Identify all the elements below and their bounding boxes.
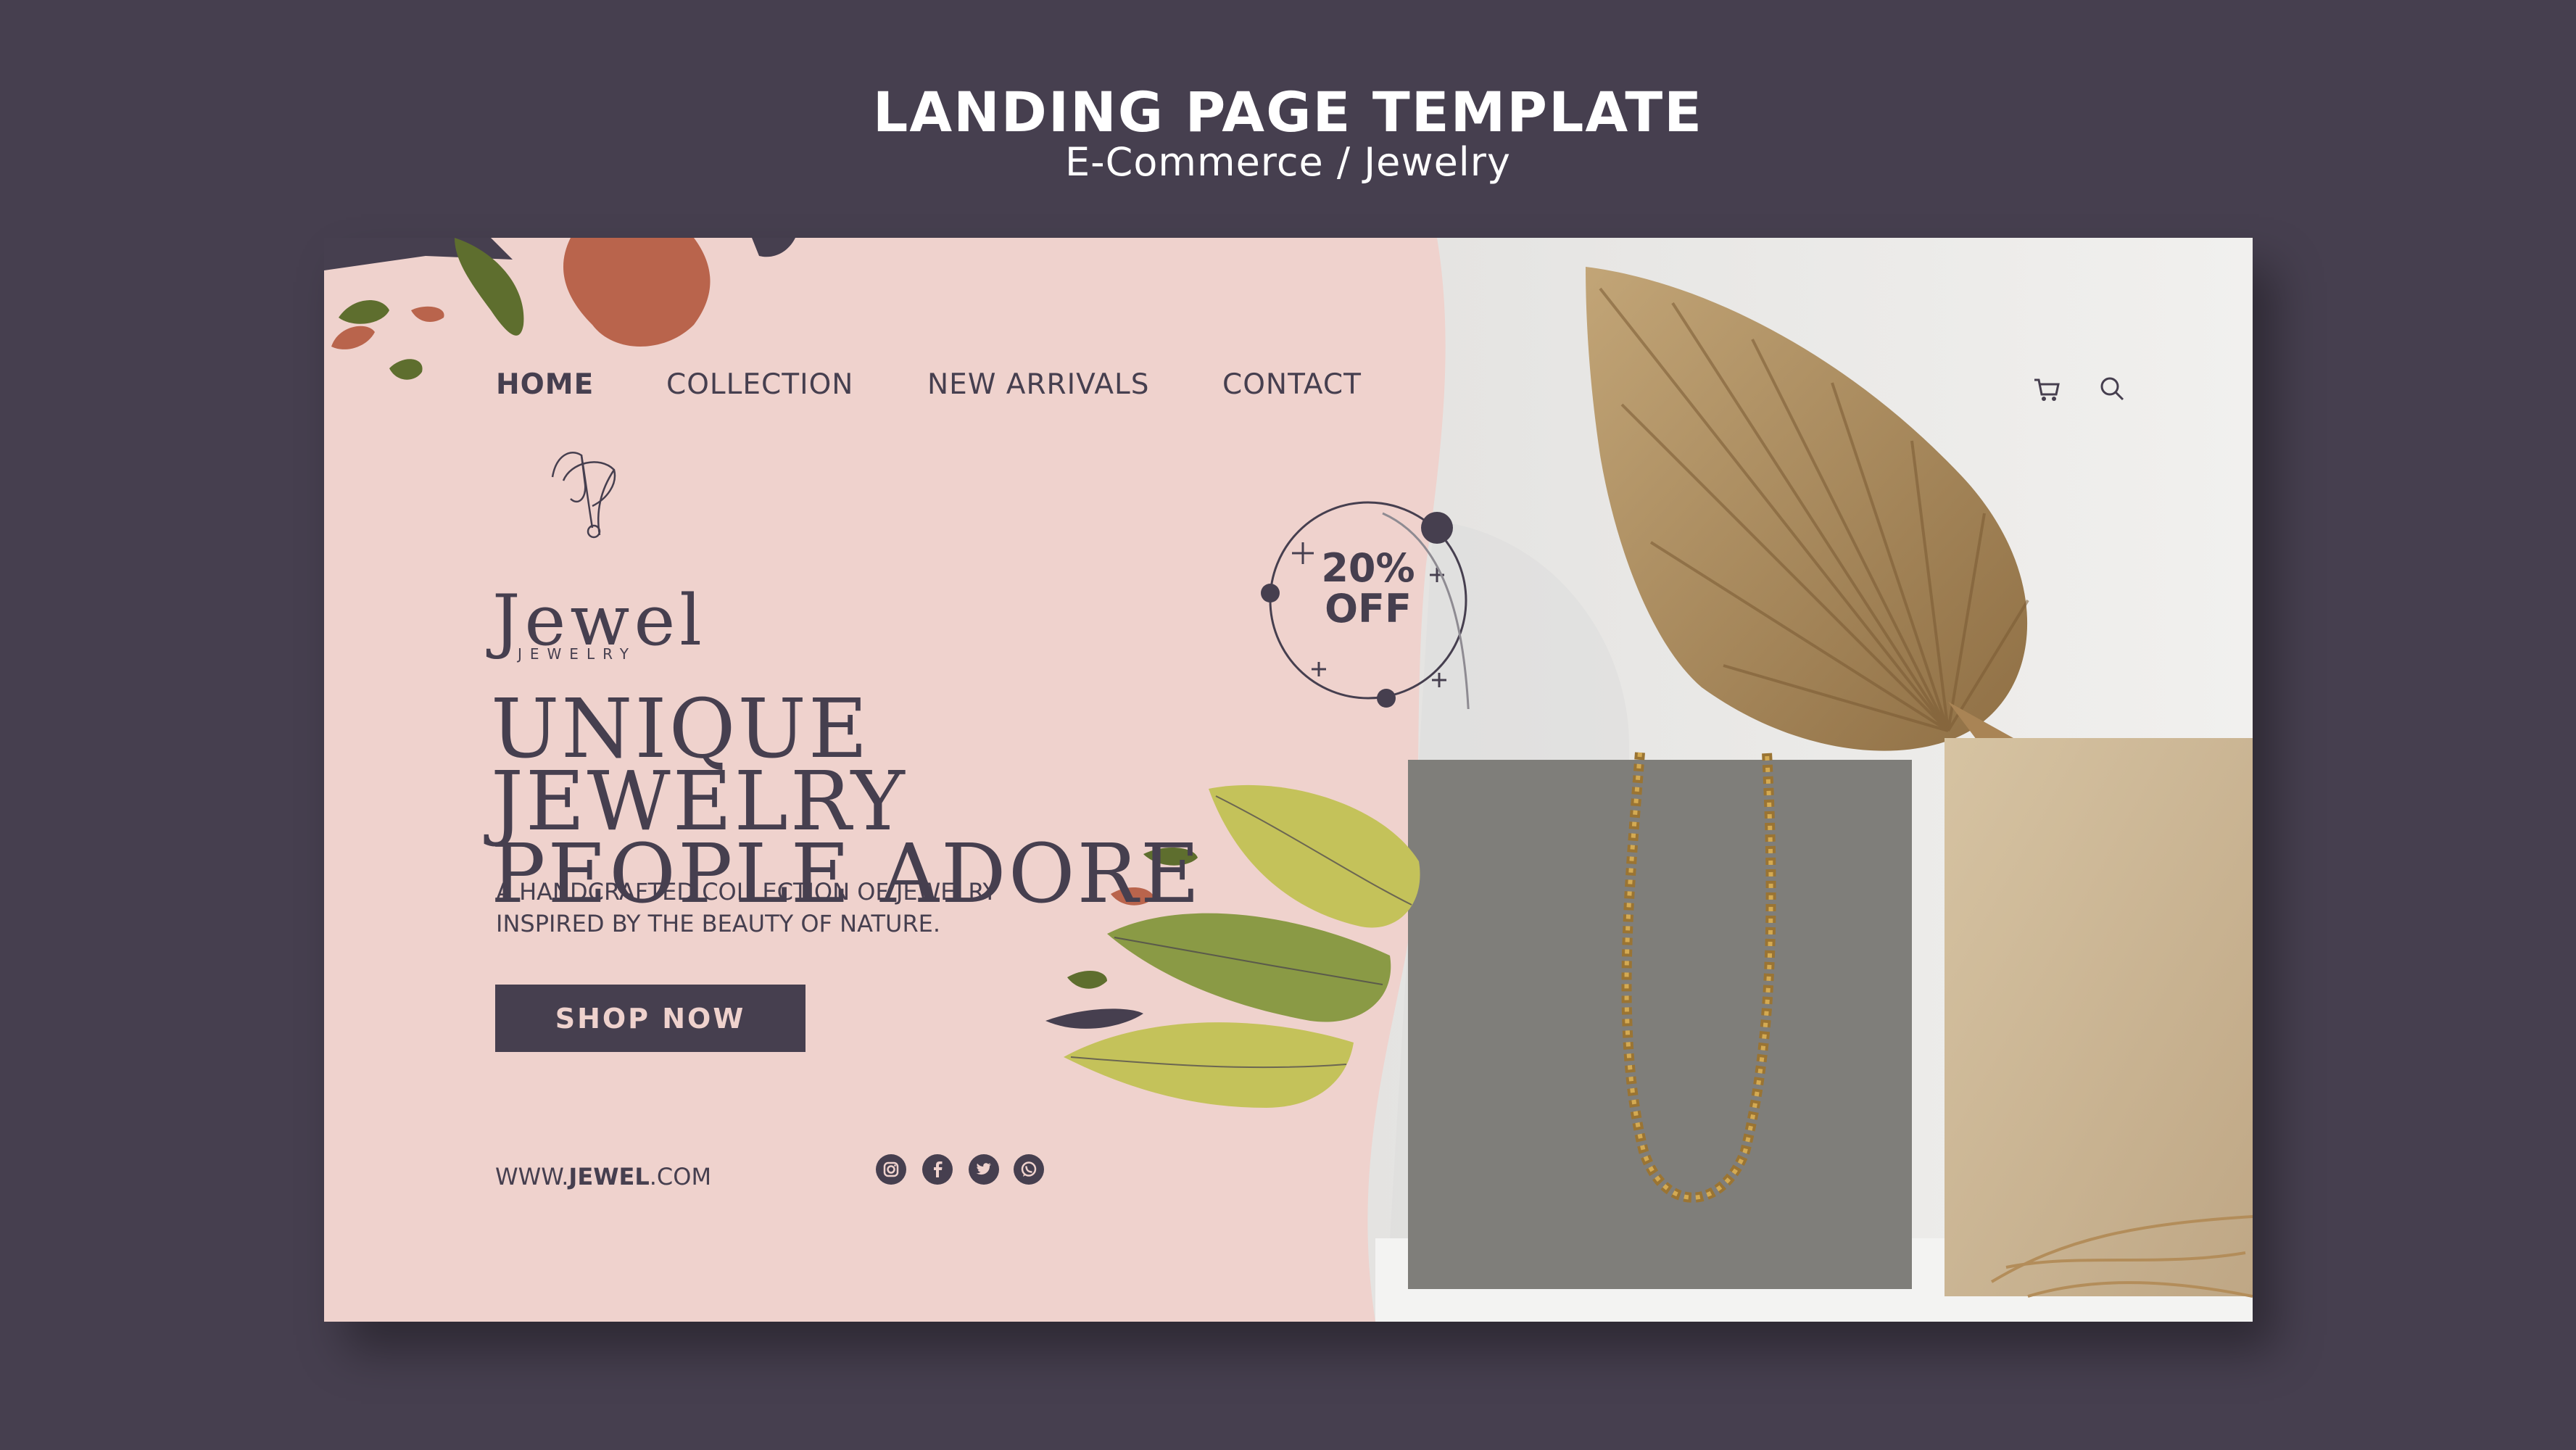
facebook-icon[interactable] xyxy=(922,1154,953,1185)
discount-label: 20% OFF xyxy=(1321,545,1415,631)
twitter-icon[interactable] xyxy=(969,1154,999,1185)
hero-tagline: A HANDCRAFTED COLLECTION OF JEWELRY INSP… xyxy=(496,878,998,937)
website-suffix: .COM xyxy=(649,1163,712,1190)
website-domain: JEWEL xyxy=(568,1163,650,1190)
cart-icon[interactable] xyxy=(2024,367,2068,410)
website-prefix: WWW. xyxy=(495,1163,569,1190)
website-link[interactable]: WWW.JEWEL.COM xyxy=(495,1163,711,1190)
logo-hand-illustration xyxy=(551,452,616,539)
nav-collection[interactable]: COLLECTION xyxy=(666,368,853,401)
header-subtitle: E-Commerce / Jewelry xyxy=(1065,139,1511,185)
shop-now-button[interactable]: SHOP NOW xyxy=(495,985,805,1052)
nav-contact[interactable]: CONTACT xyxy=(1222,368,1362,401)
nav-new-arrivals[interactable]: NEW ARRIVALS xyxy=(927,368,1150,401)
instagram-icon[interactable] xyxy=(876,1154,906,1185)
brand-logo-sub: JEWELRY xyxy=(518,645,637,663)
landing-page-card: HOME COLLECTION NEW ARRIVALS CONTACT Jew… xyxy=(324,238,2253,1322)
nav-home[interactable]: HOME xyxy=(496,368,594,401)
search-icon[interactable] xyxy=(2090,367,2134,410)
header-title: LANDING PAGE TEMPLATE xyxy=(872,80,1704,144)
whatsapp-icon[interactable] xyxy=(1014,1154,1044,1185)
